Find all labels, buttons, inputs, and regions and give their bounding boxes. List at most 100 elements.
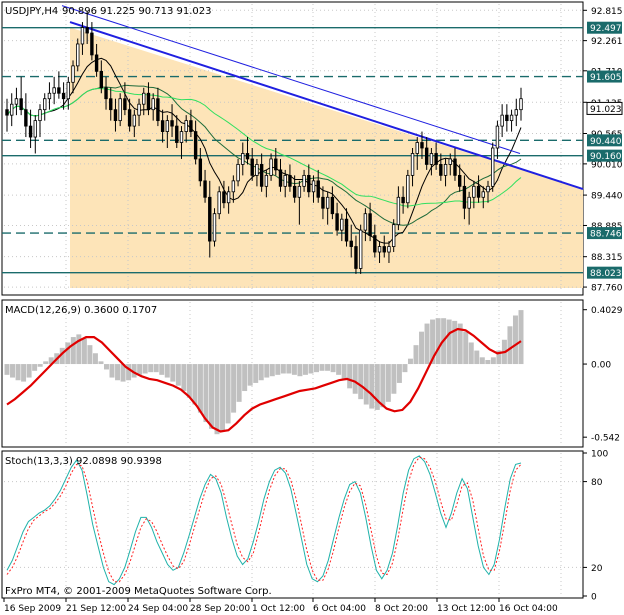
macd-bar bbox=[385, 364, 391, 402]
macd-bar bbox=[92, 353, 98, 365]
candle bbox=[288, 174, 292, 187]
x-tick-label: 6 Oct 04:00 bbox=[313, 604, 366, 614]
candle bbox=[113, 109, 118, 122]
candle bbox=[47, 92, 52, 100]
macd-bar bbox=[308, 364, 314, 374]
candle bbox=[269, 158, 273, 176]
y-tick-label: 20 bbox=[591, 564, 603, 574]
macd-bar bbox=[358, 364, 364, 400]
macd-bar bbox=[424, 323, 430, 365]
y-tick-label: 92.815 bbox=[591, 7, 623, 17]
candle bbox=[406, 174, 410, 204]
candle bbox=[448, 158, 452, 165]
candle bbox=[24, 109, 28, 127]
macd-bar bbox=[291, 364, 297, 375]
candle bbox=[61, 92, 66, 100]
price-label: 90.160 bbox=[590, 152, 622, 162]
x-tick-label: 13 Oct 12:00 bbox=[437, 604, 496, 614]
macd-bar bbox=[479, 357, 485, 365]
candle bbox=[424, 147, 429, 165]
candle bbox=[509, 114, 514, 122]
price-label: 91.023 bbox=[590, 105, 622, 115]
candle bbox=[127, 109, 132, 127]
candle bbox=[255, 164, 259, 176]
price-label: 88.746 bbox=[590, 230, 622, 240]
candle bbox=[373, 235, 377, 253]
macd-bar bbox=[474, 350, 480, 365]
candle bbox=[505, 114, 509, 122]
stochastic-panel[interactable] bbox=[1, 450, 584, 599]
macd-bar bbox=[115, 364, 121, 381]
stochastic-header: Stoch(13,3,3) 92.0898 90.9398 bbox=[5, 456, 162, 467]
macd-bar bbox=[336, 364, 342, 375]
candle bbox=[132, 114, 137, 127]
macd-bar bbox=[396, 364, 402, 383]
candle bbox=[28, 125, 33, 138]
macd-bar bbox=[452, 320, 458, 365]
macd-bar bbox=[175, 364, 181, 386]
macd-bar bbox=[181, 364, 187, 392]
candle bbox=[43, 98, 47, 111]
candle bbox=[481, 191, 485, 198]
candle bbox=[472, 185, 476, 198]
candle bbox=[10, 103, 14, 116]
macd-bar bbox=[419, 331, 425, 365]
candle bbox=[476, 185, 481, 198]
macd-bar bbox=[87, 345, 93, 365]
macd-bar bbox=[286, 364, 292, 374]
candle bbox=[217, 191, 221, 215]
y-tick-label: 92.261 bbox=[591, 37, 623, 47]
candle bbox=[467, 196, 471, 209]
candle bbox=[486, 185, 490, 193]
x-tick-label: 8 Oct 20:00 bbox=[375, 604, 428, 614]
price-label: 91.605 bbox=[590, 73, 622, 83]
candle bbox=[184, 120, 188, 132]
macd-bar bbox=[209, 364, 214, 429]
macd-bar bbox=[407, 358, 413, 365]
macd-bar bbox=[26, 364, 32, 378]
macd-bar bbox=[352, 364, 358, 394]
y-tick-label: 89.440 bbox=[591, 192, 623, 202]
candle bbox=[457, 174, 462, 187]
candle bbox=[104, 87, 108, 100]
x-tick-label: 16 Sep 2009 bbox=[4, 604, 61, 614]
candle bbox=[453, 158, 457, 176]
candle bbox=[274, 158, 278, 171]
candle bbox=[307, 174, 311, 193]
candle bbox=[198, 158, 203, 182]
y-tick-label: 100 bbox=[591, 450, 608, 460]
y-tick-label: 0.4029 bbox=[591, 306, 623, 316]
macd-bar bbox=[81, 338, 87, 365]
candle bbox=[175, 125, 179, 143]
candle bbox=[151, 98, 155, 111]
candle bbox=[358, 229, 363, 269]
candle bbox=[321, 196, 325, 209]
time-axis: 16 Sep 2009 21 Sep 12:00 24 Sep 04:00 28 Se… bbox=[3, 598, 558, 614]
candle bbox=[325, 196, 330, 209]
candle bbox=[222, 191, 226, 204]
candle bbox=[14, 98, 19, 105]
macd-bar bbox=[109, 364, 115, 378]
candle bbox=[410, 153, 415, 176]
candle bbox=[500, 114, 504, 127]
macd-bar bbox=[380, 364, 386, 408]
macd-bar bbox=[231, 364, 237, 413]
macd-bar bbox=[225, 364, 231, 424]
macd-bar bbox=[242, 364, 248, 392]
macd-bar bbox=[32, 364, 38, 371]
y-tick-label: 87.760 bbox=[591, 284, 623, 294]
macd-bar bbox=[507, 326, 513, 365]
x-tick-label: 24 Sep 04:00 bbox=[128, 604, 188, 614]
candle bbox=[241, 153, 245, 165]
macd-bar bbox=[186, 364, 192, 398]
macd-header: MACD(12,26,9) 0.3600 0.1707 bbox=[5, 305, 157, 316]
candle bbox=[462, 185, 467, 209]
candle bbox=[344, 218, 349, 242]
macd-bar bbox=[258, 364, 264, 381]
candle bbox=[179, 131, 184, 143]
y-tick-label: -0.542 bbox=[591, 434, 620, 444]
candle bbox=[90, 32, 94, 56]
macd-bar bbox=[297, 364, 303, 377]
macd-bar bbox=[369, 364, 375, 409]
candle bbox=[330, 196, 335, 215]
